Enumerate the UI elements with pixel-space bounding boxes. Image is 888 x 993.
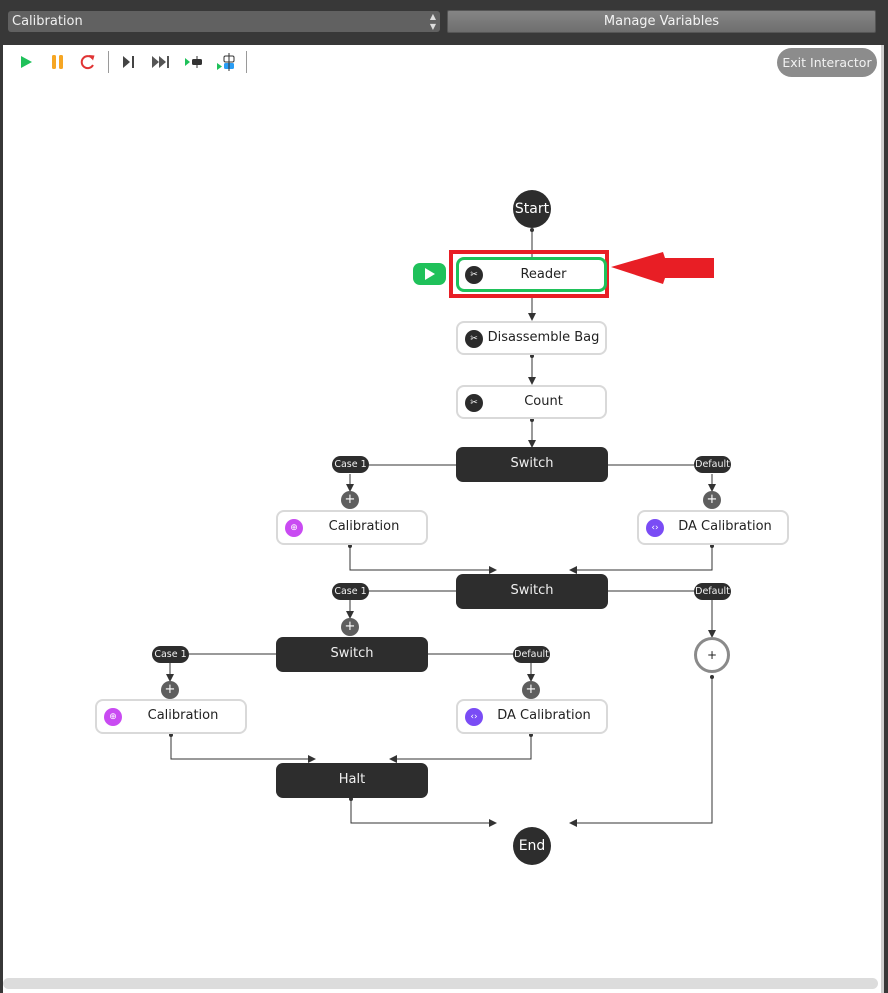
connector-dacalib1-switch2 (569, 545, 713, 574)
branch-default[interactable]: Default (694, 456, 731, 473)
branch-default[interactable]: Default (694, 583, 731, 600)
node-label: Calibration (328, 519, 400, 534)
add-step-button[interactable]: + (161, 681, 179, 699)
annotation-arrow (611, 252, 714, 284)
connector-calib1-switch2 (349, 545, 497, 574)
node-calibration[interactable]: ⊕ Calibration (276, 510, 428, 545)
node-da-calibration[interactable]: ‹› DA Calibration (456, 699, 608, 734)
node-switch-1[interactable]: Switch (456, 447, 608, 482)
node-switch-3[interactable]: Switch (276, 637, 428, 672)
start-node[interactable]: Start (513, 190, 551, 228)
node-label: Calibration (147, 708, 219, 723)
connector-dacalib2-halt (389, 735, 532, 763)
branch-case-1[interactable]: Case 1 (152, 646, 189, 663)
node-da-calibration[interactable]: ‹› DA Calibration (637, 510, 789, 545)
horizontal-scrollbar[interactable] (3, 978, 878, 989)
vertical-scrollbar-track (881, 45, 884, 993)
branch-default[interactable]: Default (513, 646, 550, 663)
play-icon (425, 268, 435, 280)
node-halt[interactable]: Halt (276, 763, 428, 798)
node-label: Count (524, 394, 563, 409)
node-disassemble-bag[interactable]: ✂ Disassemble Bag (456, 321, 607, 355)
node-reader[interactable]: ✂ Reader (456, 257, 607, 292)
connector-calib2-halt (170, 735, 316, 763)
workflow-select-value: Calibration (12, 14, 83, 29)
add-step-button[interactable]: + (341, 491, 359, 509)
connector-halt-end (350, 799, 497, 827)
node-label: Disassemble Bag (487, 330, 600, 345)
end-node[interactable]: End (513, 827, 551, 865)
node-count[interactable]: ✂ Count (456, 385, 607, 419)
node-label: DA Calibration (678, 519, 772, 534)
node-label: Reader (520, 267, 567, 282)
add-step-ring-button[interactable]: + (694, 637, 730, 673)
add-step-button[interactable]: + (703, 491, 721, 509)
node-label: DA Calibration (497, 708, 591, 723)
workflow-canvas: Exit Interactor Start ✂ Reader ✂ Disasse… (3, 45, 881, 993)
current-step-marker[interactable] (413, 263, 446, 285)
node-calibration[interactable]: ⊕ Calibration (95, 699, 247, 734)
branch-case-1[interactable]: Case 1 (332, 583, 369, 600)
add-step-button[interactable]: + (341, 618, 359, 636)
top-bar: Calibration ▲ ▼ Manage Variables (0, 0, 888, 45)
workflow-select[interactable]: Calibration ▲ ▼ (8, 11, 440, 32)
select-arrows-icon: ▲ ▼ (429, 12, 436, 31)
branch-case-1[interactable]: Case 1 (332, 456, 369, 473)
node-switch-2[interactable]: Switch (456, 574, 608, 609)
manage-variables-button[interactable]: Manage Variables (447, 10, 876, 33)
add-step-button[interactable]: + (522, 681, 540, 699)
